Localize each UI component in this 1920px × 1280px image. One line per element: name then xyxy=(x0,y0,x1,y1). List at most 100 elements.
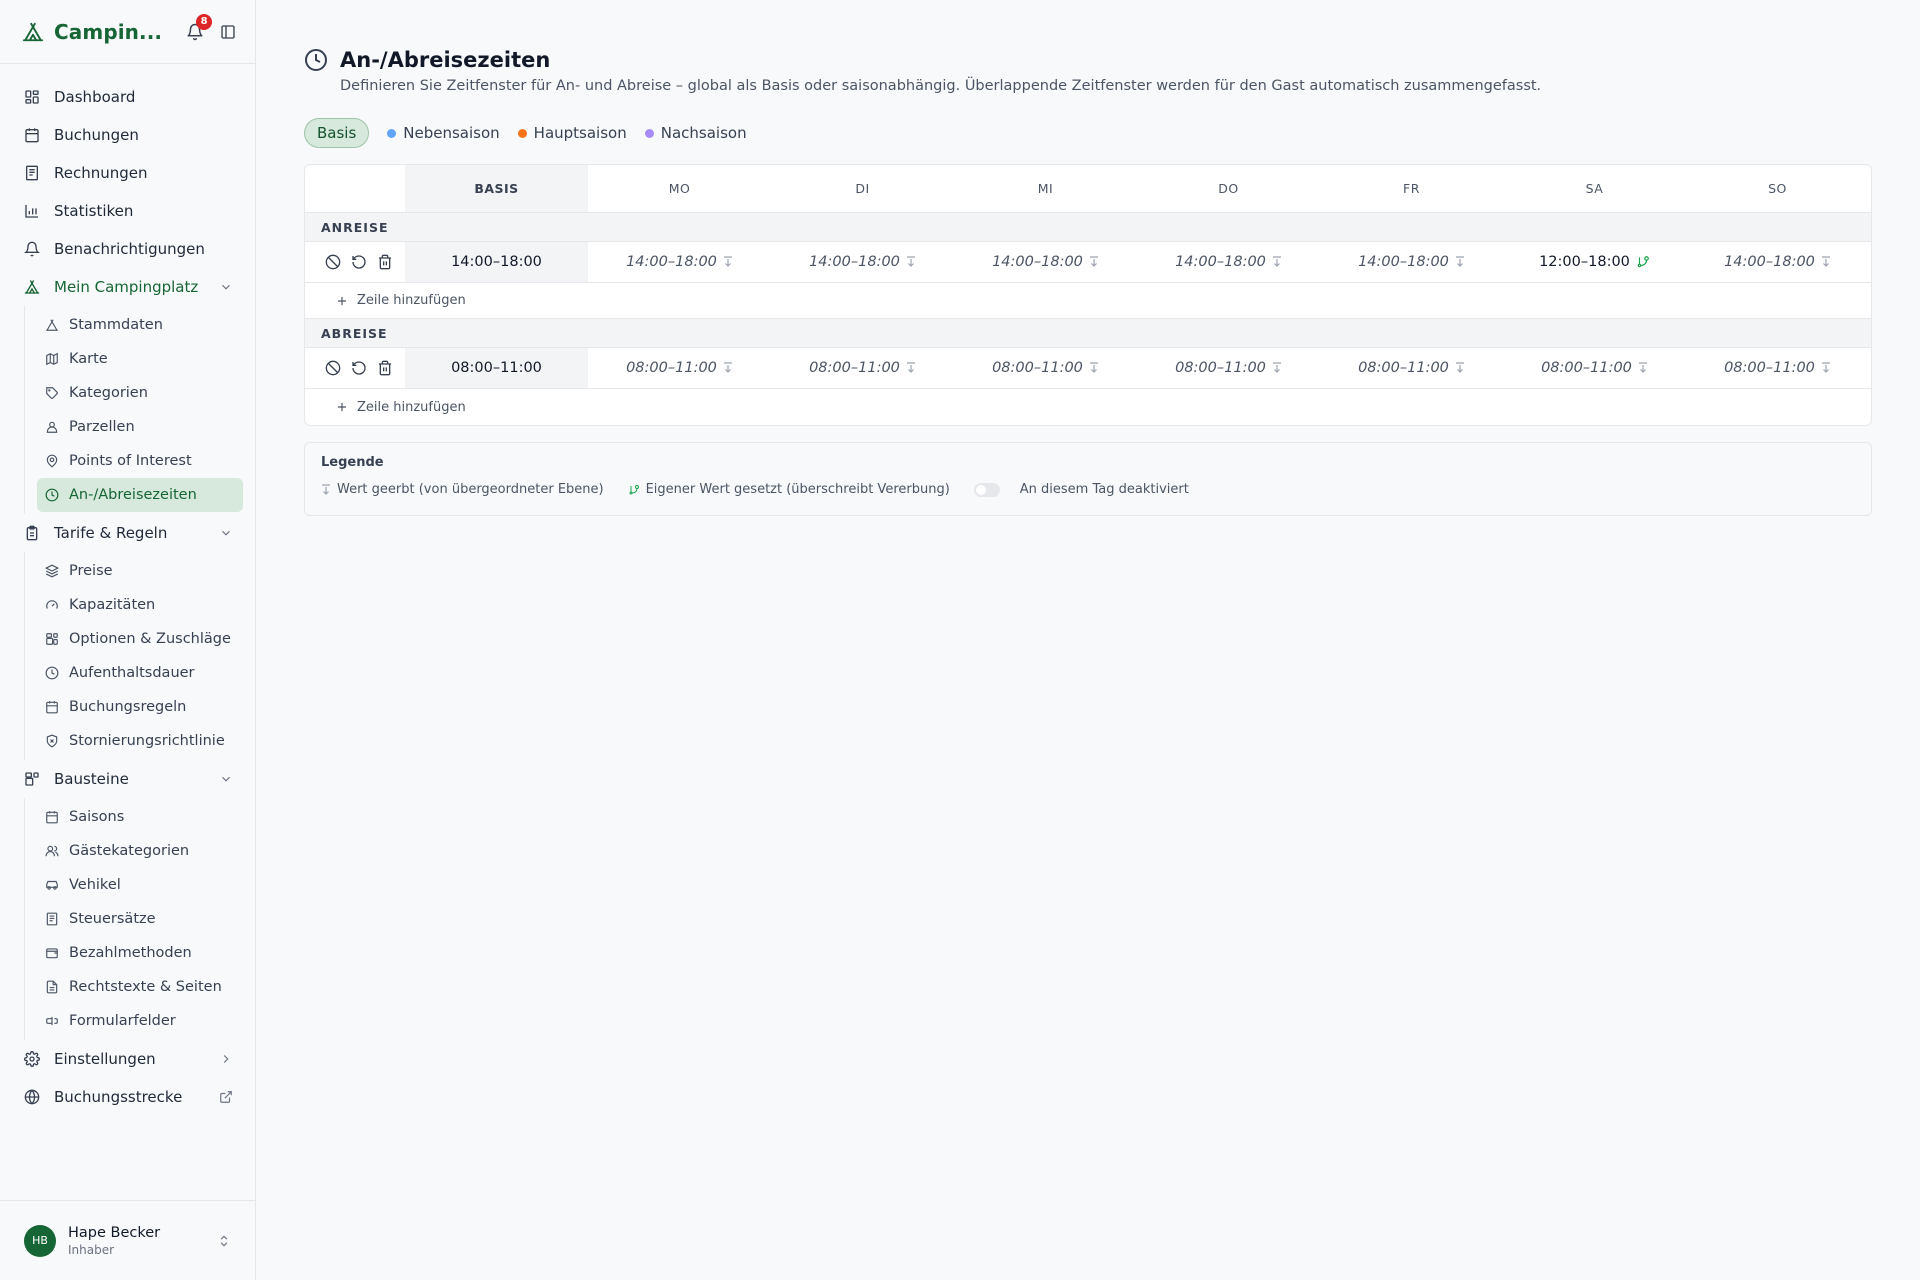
departure-cell-di[interactable]: 08:00–11:00 xyxy=(771,360,954,376)
user-name: Hape Becker xyxy=(68,1224,161,1241)
sidebar-item-label: Rechtstexte & Seiten xyxy=(69,979,222,995)
time-value: 14:00–18:00 xyxy=(809,254,900,270)
form-input-icon xyxy=(45,1014,59,1028)
add-arrival-row-button[interactable]: Zeile hinzufügen xyxy=(305,283,1871,319)
sidebar-item-label: Dashboard xyxy=(54,88,136,106)
sidebar-item-stammdaten[interactable]: Stammdaten xyxy=(37,308,243,342)
departure-basis-cell[interactable]: 08:00–11:00 xyxy=(405,348,588,388)
sidebar-item-rechtstexte-seiten[interactable]: Rechtstexte & Seiten xyxy=(37,970,243,1004)
departure-cell-mo[interactable]: 08:00–11:00 xyxy=(588,360,771,376)
sidebar-item-vehikel[interactable]: Vehikel xyxy=(37,868,243,902)
sidebar-item-statistiken[interactable]: Statistiken xyxy=(0,192,255,230)
sidebar-item-stornierungsrichtlinie[interactable]: Stornierungsrichtlinie xyxy=(37,724,243,758)
legend-label: An diesem Tag deaktiviert xyxy=(1019,482,1189,497)
column-header-so: SO xyxy=(1768,181,1787,196)
arrival-cell-sa[interactable]: 12:00–18:00 xyxy=(1503,254,1686,270)
sidebar-item-karte[interactable]: Karte xyxy=(37,342,243,376)
arrival-cell-so[interactable]: 14:00–18:00 xyxy=(1686,254,1869,270)
panel-left-icon xyxy=(220,24,236,40)
brand[interactable]: Campin... xyxy=(22,20,162,44)
sidebar-item-label: Aufenthaltsdauer xyxy=(69,665,195,681)
add-row-label: Zeile hinzufügen xyxy=(357,399,466,415)
departure-cell-so[interactable]: 08:00–11:00 xyxy=(1686,360,1869,376)
sidebar-item-formularfelder[interactable]: Formularfelder xyxy=(37,1004,243,1038)
bar-chart-icon xyxy=(24,203,40,219)
column-header-basis: BASIS xyxy=(405,165,588,212)
sidebar-item-aufenthaltsdauer[interactable]: Aufenthaltsdauer xyxy=(37,656,243,690)
sidebar-nav: Dashboard Buchungen Rechnungen Statistik… xyxy=(0,78,255,1116)
column-header-mo: MO xyxy=(668,181,691,196)
tab-label: Basis xyxy=(317,124,357,142)
sidebar-item-label: Karte xyxy=(69,351,108,367)
sidebar-item-dashboard[interactable]: Dashboard xyxy=(0,78,255,116)
sidebar-item-preise[interactable]: Preise xyxy=(37,554,243,588)
grid-icon xyxy=(24,89,40,105)
arrival-cell-do[interactable]: 14:00–18:00 xyxy=(1137,254,1320,270)
reset-icon[interactable] xyxy=(351,254,367,270)
trash-icon[interactable] xyxy=(377,254,393,270)
sidebar-item-points-of-interest[interactable]: Points of Interest xyxy=(37,444,243,478)
arrival-cell-di[interactable]: 14:00–18:00 xyxy=(771,254,954,270)
legend-item-inherited: Wert geerbt (von übergeordneter Ebene) xyxy=(321,482,604,497)
inherited-icon xyxy=(1455,362,1465,374)
sidebar-item-kapazitaeten[interactable]: Kapazitäten xyxy=(37,588,243,622)
submenu-tarife-regeln: Preise Kapazitäten Optionen & Zuschläge … xyxy=(24,552,255,760)
tab-nachsaison[interactable]: Nachsaison xyxy=(644,118,747,148)
departure-cell-fr[interactable]: 08:00–11:00 xyxy=(1320,360,1503,376)
tab-basis[interactable]: Basis xyxy=(304,118,370,148)
sidebar-item-parzellen[interactable]: Parzellen xyxy=(37,410,243,444)
blocks-icon xyxy=(45,632,59,646)
trash-icon[interactable] xyxy=(377,360,393,376)
sidebar-item-bezahlmethoden[interactable]: Bezahlmethoden xyxy=(37,936,243,970)
ban-icon[interactable] xyxy=(325,360,341,376)
inherited-icon xyxy=(1089,362,1099,374)
sidebar-group-bausteine[interactable]: Bausteine xyxy=(0,760,255,798)
sidebar-group-mein-campingplatz[interactable]: Mein Campingplatz xyxy=(0,268,255,306)
sidebar-item-label: Preise xyxy=(69,563,113,579)
sidebar-item-an-abreisezeiten[interactable]: An-/Abreisezeiten xyxy=(37,478,243,512)
sidebar-item-buchungsstrecke[interactable]: Buchungsstrecke xyxy=(0,1078,255,1116)
toggle-off-icon xyxy=(973,482,1000,497)
tab-nebensaison[interactable]: Nebensaison xyxy=(387,118,500,148)
sidebar-item-gaestekategorien[interactable]: Gästekategorien xyxy=(37,834,243,868)
reset-icon[interactable] xyxy=(351,360,367,376)
app-title: Campin... xyxy=(54,19,163,44)
sidebar-item-saisons[interactable]: Saisons xyxy=(37,800,243,834)
sidebar-item-optionen-zuschlaege[interactable]: Optionen & Zuschläge xyxy=(37,622,243,656)
notification-count-badge: 8 xyxy=(196,13,213,30)
departure-cell-do[interactable]: 08:00–11:00 xyxy=(1137,360,1320,376)
sidebar-item-kategorien[interactable]: Kategorien xyxy=(37,376,243,410)
row-actions xyxy=(305,254,405,270)
column-header-mi: MI xyxy=(1037,181,1054,196)
clock-icon xyxy=(45,488,59,502)
chevron-down-icon xyxy=(219,280,233,294)
arrival-cell-fr[interactable]: 14:00–18:00 xyxy=(1320,254,1503,270)
sidebar-item-benachrichtigungen[interactable]: Benachrichtigungen xyxy=(0,230,255,268)
arrival-cell-mo[interactable]: 14:00–18:00 xyxy=(588,254,771,270)
arrival-basis-cell[interactable]: 14:00–18:00 xyxy=(405,242,588,282)
sidebar-item-einstellungen[interactable]: Einstellungen xyxy=(0,1040,255,1078)
sidebar-item-buchungen[interactable]: Buchungen xyxy=(0,116,255,154)
tab-hauptsaison[interactable]: Hauptsaison xyxy=(517,118,627,148)
chevrons-up-down-icon xyxy=(217,1234,231,1248)
departure-cell-mi[interactable]: 08:00–11:00 xyxy=(954,360,1137,376)
user-menu[interactable]: HB Hape Becker Inhaber xyxy=(0,1200,255,1280)
arrival-cell-mi[interactable]: 14:00–18:00 xyxy=(954,254,1137,270)
time-value: 14:00–18:00 xyxy=(1358,254,1449,270)
sidebar-item-steuersaetze[interactable]: Steuersätze xyxy=(37,902,243,936)
inherited-icon xyxy=(906,256,916,268)
add-departure-row-button[interactable]: Zeile hinzufügen xyxy=(305,389,1871,425)
notifications-button[interactable]: 8 xyxy=(186,13,213,44)
sidebar-item-label: An-/Abreisezeiten xyxy=(69,487,197,503)
departure-cell-sa[interactable]: 08:00–11:00 xyxy=(1503,360,1686,376)
sidebar-item-label: Einstellungen xyxy=(54,1050,156,1068)
sidebar-item-buchungsregeln[interactable]: Buchungsregeln xyxy=(37,690,243,724)
sidebar-item-rechnungen[interactable]: Rechnungen xyxy=(0,154,255,192)
sidebar-group-tarife-regeln[interactable]: Tarife & Regeln xyxy=(0,514,255,552)
ban-icon[interactable] xyxy=(325,254,341,270)
sidebar-toggle-button[interactable] xyxy=(220,20,236,44)
sidebar-group-label: Tarife & Regeln xyxy=(54,524,168,542)
tag-icon xyxy=(45,386,59,400)
chevron-down-icon xyxy=(219,526,233,540)
user-meta: Hape Becker Inhaber xyxy=(68,1225,205,1257)
